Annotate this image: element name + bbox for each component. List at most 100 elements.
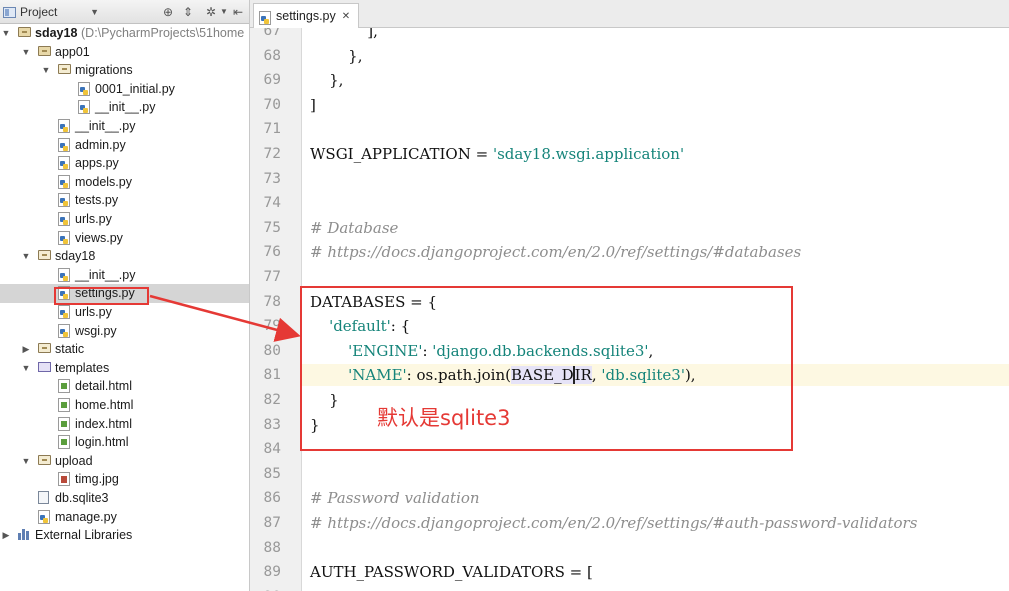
tree-item[interactable]: ▼ templates [0, 359, 249, 378]
tab-settings-py[interactable]: settings.py ✕ [253, 3, 360, 28]
python-file-icon [58, 119, 70, 133]
tree-item[interactable]: settings.py [0, 284, 249, 303]
line-number: 69 [263, 72, 281, 89]
expanded-arrow-icon[interactable]: ▼ [21, 45, 31, 59]
tree-item[interactable]: login.html [0, 433, 249, 452]
python-file-icon [58, 286, 70, 301]
code-token: BASE_D [510, 366, 574, 385]
tree-item-label: External Libraries [35, 528, 133, 543]
tree-item-label: templates [55, 360, 110, 375]
tree-item-label: detail.html [75, 379, 132, 394]
line-number: 71 [263, 121, 281, 138]
html-file-icon [58, 379, 70, 394]
locate-target-icon[interactable]: ⊕ [160, 4, 176, 20]
python-file-icon [58, 230, 70, 245]
code-token: DATABASES = { [310, 292, 438, 311]
string-token: 'default' [329, 317, 391, 336]
code-area[interactable]: ], }, },] WSGI_APPLICATION = 'sday18.wsgi… [302, 28, 1009, 591]
close-tab-icon[interactable]: ✕ [342, 11, 350, 22]
annotation-label: 默认是sqlite3 [377, 406, 511, 430]
string-token: 'django.db.backends.sqlite3' [432, 341, 649, 360]
tree-item-label: tests.py [75, 193, 119, 208]
comment-token: # Database [310, 218, 399, 237]
tree-item[interactable]: ▼ sday18 [0, 247, 249, 266]
line-number: 83 [263, 416, 281, 433]
tree-item[interactable]: __init__.py [0, 266, 249, 285]
code-token: AUTH_PASSWORD_VALIDATORS = [ [310, 563, 593, 582]
tree-item-label: login.html [75, 435, 129, 450]
tree-item[interactable]: ▼ upload [0, 452, 249, 471]
comment-token: # https://docs.djangoproject.com/en/2.0/… [310, 514, 918, 532]
code-token: , [648, 341, 654, 360]
tree-item[interactable]: models.py [0, 173, 249, 192]
code-line: # Database [310, 218, 398, 238]
tree-item[interactable]: detail.html [0, 377, 249, 396]
code-token: : os.path.join( [406, 366, 511, 385]
tree-item[interactable]: index.html [0, 415, 249, 434]
line-number: 76 [263, 244, 281, 261]
project-view-selector[interactable]: Project ▼ [3, 3, 99, 21]
tree-item-label: app01 [55, 44, 90, 59]
code-token: ] [310, 95, 316, 114]
python-file-icon [58, 267, 70, 282]
tree-item[interactable]: ▼ migrations [0, 61, 249, 80]
string-token: 'ENGINE' [348, 341, 423, 360]
project-panel: Project ▼ ⊕ ⇕ ✲ ▼ ⇤ ▼ sday18 (D:\PycharmPr… [0, 0, 250, 591]
dropdown-arrow-icon: ▼ [90, 7, 99, 17]
code-line: ], [310, 28, 378, 41]
folder-icon [38, 454, 51, 465]
tree-item[interactable]: __init__.py [0, 117, 249, 136]
tree-item[interactable]: urls.py [0, 210, 249, 229]
tree-item[interactable]: ▶ static [0, 340, 249, 359]
tree-item[interactable]: ▼ sday18 (D:\PycharmProjects\51home [0, 24, 249, 43]
expanded-arrow-icon[interactable]: ▼ [21, 454, 31, 468]
line-number: 70 [263, 96, 281, 113]
expanded-arrow-icon[interactable]: ▼ [21, 249, 31, 263]
tree-item[interactable]: __init__.py [0, 98, 249, 117]
tree-item-label: urls.py [75, 212, 112, 226]
tree-item[interactable]: tests.py [0, 191, 249, 210]
tree-item[interactable]: timg.jpg [0, 470, 249, 489]
hide-panel-icon[interactable]: ⇤ [230, 4, 246, 20]
collapsed-arrow-icon[interactable]: ▶ [1, 528, 11, 542]
code-token: }, [310, 71, 344, 90]
tree-item[interactable]: apps.py [0, 154, 249, 173]
tree-item-label: __init__.py [75, 267, 136, 282]
templates-folder-icon [38, 361, 51, 372]
tree-item[interactable]: manage.py [0, 508, 249, 527]
tree-item-label: migrations [75, 63, 133, 78]
line-number: 87 [263, 515, 281, 531]
comment-token: # https://docs.djangoproject.com/en/2.0/… [310, 243, 802, 262]
collapsed-arrow-icon[interactable]: ▶ [21, 342, 31, 356]
line-number: 72 [263, 146, 281, 162]
tree-item-label: views.py [75, 230, 123, 245]
comment-token: # Password validation [310, 489, 480, 508]
tree-item[interactable]: home.html [0, 396, 249, 415]
tree-item[interactable]: ▶ External Libraries [0, 526, 249, 545]
line-number: 81 [263, 367, 281, 384]
tree-item[interactable]: 0001_initial.py [0, 80, 249, 99]
expanded-arrow-icon[interactable]: ▼ [1, 26, 11, 40]
tree-item[interactable]: wsgi.py [0, 322, 249, 341]
tree-item[interactable]: views.py [0, 229, 249, 248]
folder-icon [38, 45, 51, 56]
code-line: { [310, 587, 339, 591]
code-token: : [422, 341, 433, 360]
tree-item[interactable]: urls.py [0, 303, 249, 322]
code-line: 'NAME': os.path.join(BASE_DIR, 'db.sqlit… [310, 365, 696, 385]
line-number: 77 [263, 269, 281, 285]
tree-item-label: index.html [75, 416, 132, 431]
tree-item[interactable]: admin.py [0, 136, 249, 155]
code-line: } [310, 390, 339, 410]
collapse-all-icon[interactable]: ⇕ [180, 4, 196, 20]
html-file-icon [58, 416, 70, 431]
tree-item-label: sday18 [35, 26, 78, 40]
tree-item-label: sday18 [55, 249, 96, 264]
html-file-icon [58, 435, 70, 450]
expanded-arrow-icon[interactable]: ▼ [21, 361, 31, 375]
code-token: ], [310, 28, 378, 40]
tree-item[interactable]: ▼ app01 [0, 43, 249, 62]
tree-item[interactable]: db.sqlite3 [0, 489, 249, 508]
expanded-arrow-icon[interactable]: ▼ [41, 63, 51, 77]
